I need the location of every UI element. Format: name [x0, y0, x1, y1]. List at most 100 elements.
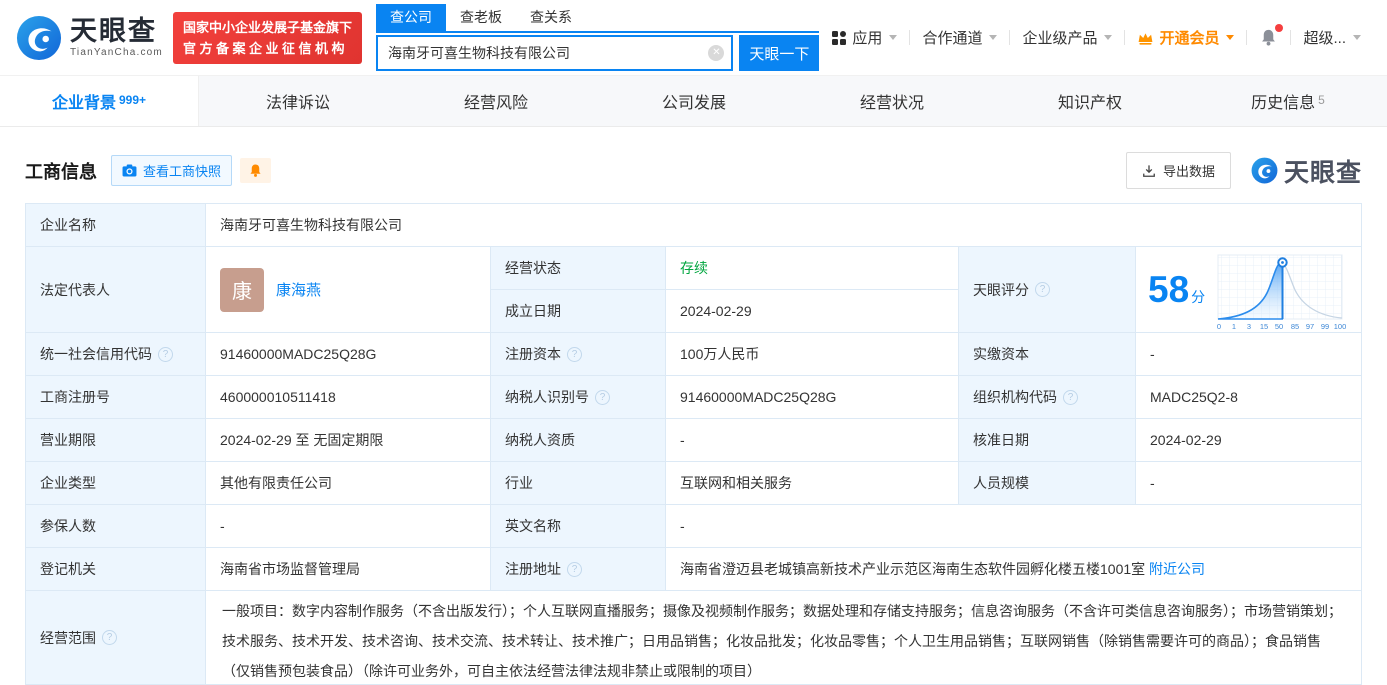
help-icon[interactable]: ? [595, 389, 610, 405]
label-staff-size: 人员规模 [959, 462, 1136, 505]
camera-icon [122, 164, 137, 177]
svg-text:85: 85 [1291, 322, 1299, 331]
business-info-table: 企业名称 海南牙可喜生物科技有限公司 法定代表人 康 康海燕 经营状态 存续 天… [25, 203, 1362, 685]
logo-cn-text: 天眼查 [70, 15, 157, 46]
tab-intellectual-property[interactable]: 知识产权 [991, 76, 1189, 126]
value-reg-number: 460000010511418 [206, 376, 491, 419]
tianyancha-logo-icon [16, 15, 62, 60]
tianyancha-logo[interactable]: 天眼查 TianYanCha.com [16, 15, 163, 61]
label-taxpayer-id: 纳税人识别号? [491, 376, 666, 419]
label-org-code: 组织机构代码? [959, 376, 1136, 419]
help-icon[interactable]: ? [1035, 282, 1050, 297]
chevron-down-icon [1104, 35, 1113, 40]
value-tianyan-score: 58 分 0 1 3 15 50 85 97 99 100 [1136, 247, 1362, 333]
company-section-tabs: 企业背景 999+ 法律诉讼 经营风险 公司发展 经营状况 知识产权 历史信息 5 [0, 75, 1387, 127]
help-icon[interactable]: ? [1063, 389, 1078, 405]
value-org-code: MADC25Q2-8 [1136, 376, 1362, 419]
value-legal-rep: 康 康海燕 [206, 247, 491, 333]
view-snapshot-button[interactable]: 查看工商快照 [111, 155, 233, 186]
value-established-date: 2024-02-29 [666, 290, 959, 333]
download-icon [1143, 164, 1155, 177]
svg-text:3: 3 [1247, 322, 1251, 331]
nav-cooperation[interactable]: 合作通道 [910, 27, 1009, 48]
chevron-down-icon [1353, 35, 1361, 40]
clear-search-icon[interactable]: ✕ [708, 45, 725, 61]
legal-rep-avatar[interactable]: 康 [220, 267, 264, 312]
label-credit-code: 统一社会信用代码? [26, 333, 206, 376]
svg-text:100: 100 [1334, 322, 1347, 331]
value-registry: 海南省市场监督管理局 [206, 548, 491, 591]
value-english-name: - [666, 505, 1362, 548]
search-button[interactable]: 天眼一下 [739, 35, 820, 71]
search-tab-company[interactable]: 查公司 [375, 4, 446, 31]
label-taxpayer-quality: 纳税人资质 [491, 419, 666, 462]
label-registry: 登记机关 [26, 548, 206, 591]
tab-legal-litigation[interactable]: 法律诉讼 [199, 76, 397, 126]
value-company-type: 其他有限责任公司 [206, 462, 491, 505]
help-icon[interactable]: ? [567, 561, 582, 577]
top-nav: 应用 合作通道 企业级产品 开通会员 超级... [819, 24, 1373, 48]
label-industry: 行业 [491, 462, 666, 505]
label-company-type: 企业类型 [26, 462, 206, 505]
monitor-bell-button[interactable] [240, 158, 272, 183]
label-insured-count: 参保人数 [26, 505, 206, 548]
value-business-scope: 一般项目：数字内容制作服务（不含出版发行）；个人互联网直播服务；摄像及视频制作服… [206, 591, 1362, 685]
svg-text:15: 15 [1260, 322, 1268, 331]
label-established-date: 成立日期 [491, 290, 666, 333]
value-reg-capital: 100万人民币 [666, 333, 959, 376]
label-status: 经营状态 [491, 247, 666, 290]
score-chart-ticks: 0 1 3 15 50 85 97 99 100 [1217, 322, 1346, 331]
notification-dot [1275, 24, 1284, 32]
tab-operation-risk[interactable]: 经营风险 [397, 76, 595, 126]
tab-history-info[interactable]: 历史信息 5 [1189, 76, 1387, 126]
tab-company-background[interactable]: 企业背景 999+ [0, 76, 199, 126]
tab-operating-status[interactable]: 经营状况 [793, 76, 991, 126]
svg-text:1: 1 [1232, 322, 1236, 331]
crown-icon [1139, 32, 1153, 45]
help-icon[interactable]: ? [567, 346, 582, 362]
apps-grid-icon [832, 30, 847, 45]
business-info-header: 工商信息 查看工商快照 导出数据 天眼查 [25, 152, 1362, 189]
value-industry: 互联网和相关服务 [666, 462, 959, 505]
nav-apps[interactable]: 应用 [819, 27, 909, 48]
label-business-term: 营业期限 [26, 419, 206, 462]
value-address: 海南省澄迈县老城镇高新技术产业示范区海南生态软件园孵化楼五楼1001室 附近公司 [666, 548, 1362, 591]
score-unit: 分 [1191, 289, 1206, 305]
watermark-logo-text: 天眼查 [1283, 158, 1362, 187]
nav-enterprise-products[interactable]: 企业级产品 [1010, 27, 1124, 48]
search-input[interactable] [375, 35, 734, 71]
value-company-name: 海南牙可喜生物科技有限公司 [206, 204, 1362, 247]
value-paid-capital: - [1136, 333, 1362, 376]
value-taxpayer-id: 91460000MADC25Q28G [666, 376, 959, 419]
nav-notifications[interactable] [1247, 24, 1290, 47]
value-approval-date: 2024-02-29 [1136, 419, 1362, 462]
chevron-down-icon [989, 35, 998, 40]
value-business-term: 2024-02-29 至 无固定期限 [206, 419, 491, 462]
tab-company-development[interactable]: 公司发展 [595, 76, 793, 126]
search-tab-boss[interactable]: 查老板 [446, 4, 516, 31]
svg-text:99: 99 [1321, 322, 1329, 331]
help-icon[interactable]: ? [158, 346, 173, 362]
label-paid-capital: 实缴资本 [959, 333, 1136, 376]
value-credit-code: 91460000MADC25Q28G [206, 333, 491, 376]
label-legal-rep: 法定代表人 [26, 247, 206, 333]
legal-rep-name-link[interactable]: 康海燕 [276, 279, 321, 300]
search-block: 查公司 查老板 查关系 ✕ 天眼一下 [375, 4, 820, 71]
search-tab-relation[interactable]: 查关系 [516, 4, 586, 31]
nav-account[interactable]: 超级... [1291, 27, 1373, 48]
label-business-scope: 经营范围? [26, 591, 206, 685]
section-title: 工商信息 [25, 161, 97, 182]
watermark-logo: 天眼查 [1251, 153, 1362, 189]
help-icon[interactable]: ? [102, 630, 117, 645]
nav-vip-membership[interactable]: 开通会员 [1125, 27, 1246, 48]
tianyancha-logo-icon [1251, 157, 1278, 184]
badge-line2: 官方备案企业征信机构 [182, 40, 348, 56]
label-company-name: 企业名称 [26, 204, 206, 247]
status-badge: 存续 [680, 260, 708, 276]
svg-text:50: 50 [1275, 322, 1283, 331]
score-number: 58 [1148, 269, 1190, 310]
logo-domain-text: TianYanCha.com [70, 46, 163, 58]
chevron-down-icon [1226, 35, 1235, 40]
export-data-button[interactable]: 导出数据 [1125, 152, 1231, 189]
nearby-companies-link[interactable]: 附近公司 [1149, 559, 1205, 579]
